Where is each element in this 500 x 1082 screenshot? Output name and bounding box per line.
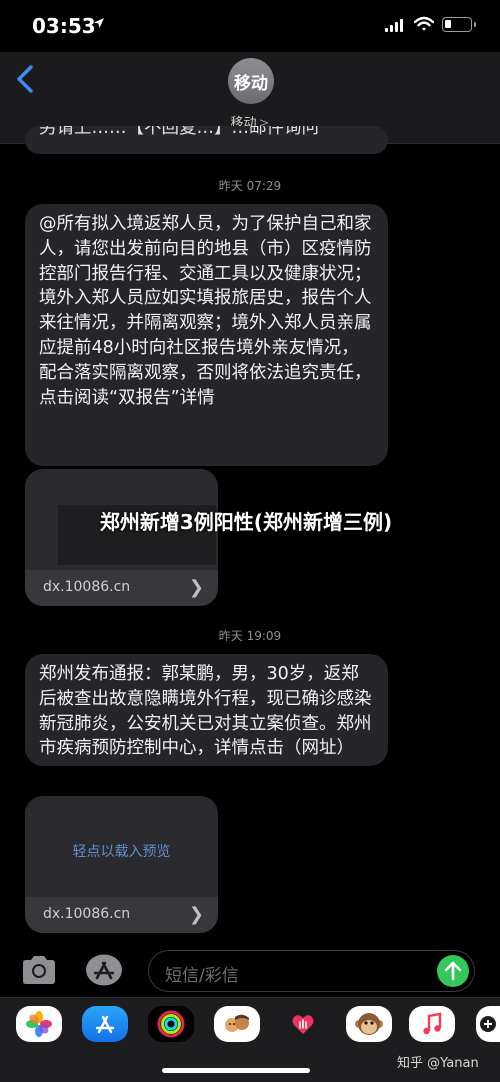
link-preview-card[interactable]: 轻点以载入预览 dx.10086.cn ❯	[25, 796, 218, 933]
send-button[interactable]	[437, 955, 469, 987]
chevron-right-icon: ❯	[188, 904, 204, 925]
back-chevron-icon[interactable]	[12, 62, 40, 96]
link-url: dx.10086.cn	[43, 579, 131, 595]
camera-icon[interactable]	[20, 954, 58, 986]
wifi-icon	[414, 16, 434, 31]
message-timestamp: 昨天 07:29	[218, 179, 282, 193]
message-placeholder: 短信/彩信	[165, 966, 239, 986]
partial-message-text: 另请上……【不回复…】…邮件询问	[39, 126, 319, 138]
photos-app-icon[interactable]	[16, 1006, 62, 1042]
message-bubble-report-notice[interactable]: @所有拟入境返郑人员，为了保护自己和家人，请您出发前向目的地县（市）区疫情防控部…	[25, 204, 388, 466]
link-preview-image: 轻点以载入预览	[25, 796, 218, 897]
imessage-app-drawer: 知乎 @Yanan	[0, 997, 500, 1082]
memoji-icon[interactable]	[214, 1006, 260, 1042]
music-icon[interactable]	[409, 1006, 455, 1042]
activity-icon[interactable]	[148, 1006, 194, 1042]
status-time: 03:53	[32, 14, 96, 38]
message-timestamp: 昨天 19:09	[218, 629, 282, 643]
link-preview-footer: dx.10086.cn ❯	[25, 897, 218, 933]
animoji-icon[interactable]	[346, 1006, 392, 1042]
status-bar: 03:53	[0, 0, 500, 52]
tap-to-load-preview[interactable]: 轻点以载入预览	[25, 841, 218, 861]
arrow-up-icon	[444, 961, 462, 981]
location-arrow-icon	[94, 18, 104, 28]
message-text-field[interactable]: 短信/彩信	[148, 950, 475, 992]
link-preview-footer: dx.10086.cn ❯	[25, 570, 218, 606]
message-input-bar: 短信/彩信	[0, 945, 500, 997]
chevron-right-icon: ❯	[188, 577, 204, 598]
battery-icon	[442, 17, 476, 32]
watermark: 知乎 @Yanan	[397, 1056, 479, 1071]
more-icon[interactable]	[476, 1006, 500, 1042]
digital-touch-icon[interactable]	[280, 1006, 326, 1042]
home-indicator[interactable]	[162, 1068, 310, 1073]
link-url: dx.10086.cn	[43, 906, 131, 922]
cellular-signal-icon	[385, 19, 405, 32]
headline-overlay: 郑州新增3例阳性(郑州新增三例)	[99, 510, 393, 534]
app-store-button-icon[interactable]	[84, 953, 124, 987]
contact-avatar[interactable]: 移动	[228, 58, 274, 104]
app-store-icon[interactable]	[82, 1006, 128, 1042]
message-bubble-case-announcement[interactable]: 郑州发布通报：郭某鹏，男，30岁，返郑后被查出故意隐瞒境外行程，现已确诊感染新冠…	[25, 654, 388, 766]
partial-message-bubble[interactable]: 另请上……【不回复…】…邮件询问	[25, 126, 388, 154]
